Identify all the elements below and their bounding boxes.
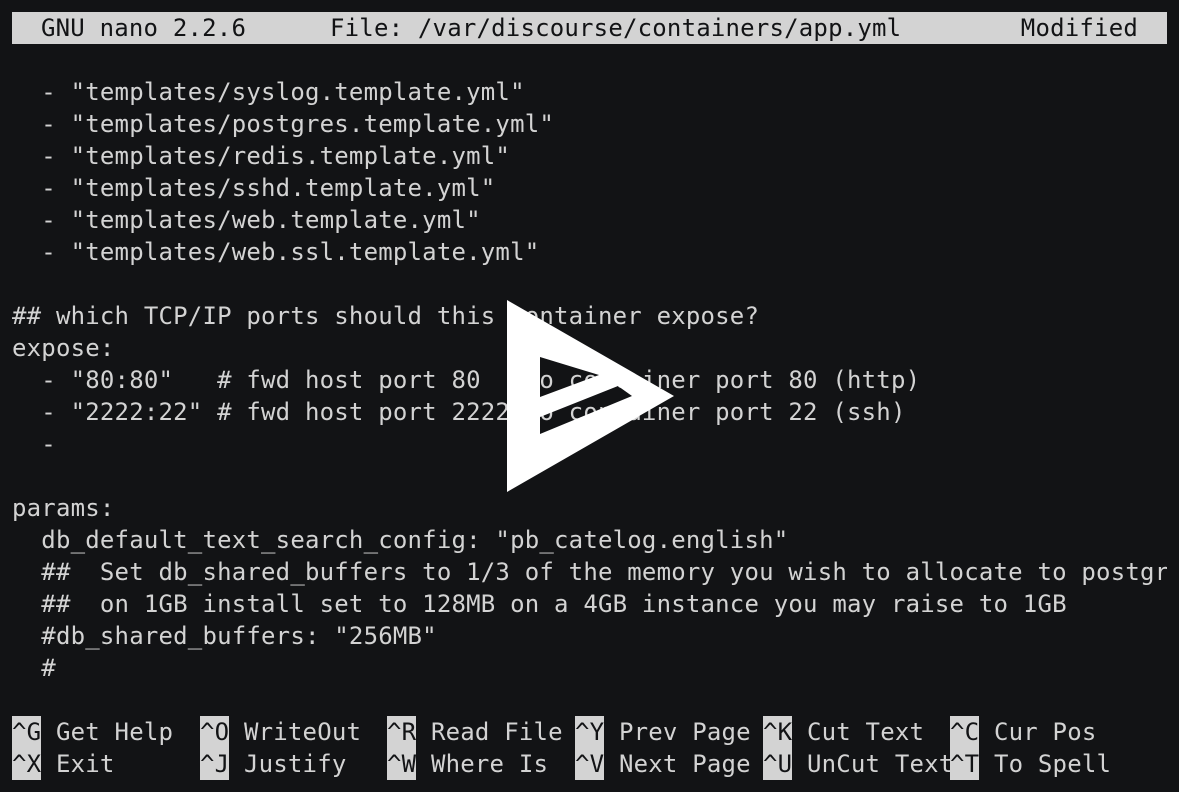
shortcut-label: Next Page	[604, 750, 751, 778]
shortcut-read-file[interactable]: ^R Read File	[387, 716, 563, 748]
shortcut-key: ^C	[950, 716, 980, 748]
file-path: File: /var/discourse/containers/app.yml	[330, 14, 902, 42]
shortcut-key: ^J	[200, 748, 230, 780]
shortcut-key: ^R	[387, 716, 417, 748]
shortcut-uncut-text[interactable]: ^U UnCut Text	[763, 748, 953, 780]
shortcut-exit[interactable]: ^X Exit	[12, 748, 115, 780]
shortcut-key: ^W	[387, 748, 417, 780]
editor-line[interactable]: #db_shared_buffers: "256MB"	[12, 620, 1167, 652]
play-button[interactable]	[506, 300, 674, 494]
play-icon	[507, 300, 674, 492]
shortcut-key: ^O	[200, 716, 230, 748]
shortcut-get-help[interactable]: ^G Get Help	[12, 716, 173, 748]
shortcut-key: ^U	[763, 748, 793, 780]
shortcut-key: ^G	[12, 716, 42, 748]
editor-line[interactable]: ## on 1GB install set to 128MB on a 4GB …	[12, 588, 1167, 620]
shortcut-bar: ^G Get Help ^O WriteOut ^R Read File ^Y …	[12, 716, 1172, 780]
editor-line[interactable]: db_default_text_search_config: "pb_catel…	[12, 524, 1167, 556]
shortcut-writeout[interactable]: ^O WriteOut	[200, 716, 361, 748]
editor-line[interactable]: - "templates/sshd.template.yml"	[12, 172, 1167, 204]
shortcut-label: WriteOut	[229, 718, 362, 746]
editor-line[interactable]: #	[12, 652, 1167, 684]
shortcut-label: Prev Page	[604, 718, 751, 746]
editor-line[interactable]: - "templates/web.template.yml"	[12, 204, 1167, 236]
shortcut-key: ^K	[763, 716, 793, 748]
shortcut-cut-text[interactable]: ^K Cut Text	[763, 716, 924, 748]
shortcut-key: ^X	[12, 748, 42, 780]
shortcut-key: ^T	[950, 748, 980, 780]
shortcut-to-spell[interactable]: ^T To Spell	[950, 748, 1111, 780]
shortcut-label: Get Help	[41, 718, 174, 746]
shortcut-label: To Spell	[979, 750, 1112, 778]
editor-line[interactable]: - "templates/syslog.template.yml"	[12, 76, 1167, 108]
editor-line[interactable]: - "templates/postgres.template.yml"	[12, 108, 1167, 140]
terminal-window[interactable]: GNU nano 2.2.6 File: /var/discourse/cont…	[0, 0, 1179, 792]
editor-line[interactable]: ## Set db_shared_buffers to 1/3 of the m…	[12, 556, 1167, 588]
shortcut-next-page[interactable]: ^V Next Page	[575, 748, 751, 780]
shortcut-label: UnCut Text	[792, 750, 954, 778]
shortcut-key: ^V	[575, 748, 605, 780]
editor-line[interactable]: - "templates/redis.template.yml"	[12, 140, 1167, 172]
shortcut-label: Cur Pos	[979, 718, 1097, 746]
shortcut-label: Where Is	[416, 750, 549, 778]
app-version: GNU nano 2.2.6	[41, 14, 247, 42]
shortcut-label: Exit	[41, 750, 115, 778]
shortcut-where-is[interactable]: ^W Where Is	[387, 748, 548, 780]
shortcut-cur-pos[interactable]: ^C Cur Pos	[950, 716, 1097, 748]
shortcut-key: ^Y	[575, 716, 605, 748]
shortcut-label: Cut Text	[792, 718, 925, 746]
editor-line[interactable]: - "templates/web.ssl.template.yml"	[12, 236, 1167, 268]
shortcut-prev-page[interactable]: ^Y Prev Page	[575, 716, 751, 748]
editor-line[interactable]: params:	[12, 492, 1167, 524]
nano-title-bar: GNU nano 2.2.6 File: /var/discourse/cont…	[12, 12, 1167, 44]
editor-line[interactable]	[12, 268, 1167, 300]
shortcut-label: Read File	[416, 718, 563, 746]
shortcut-justify[interactable]: ^J Justify	[200, 748, 347, 780]
modified-status: Modified	[1020, 14, 1138, 42]
shortcut-label: Justify	[229, 750, 347, 778]
